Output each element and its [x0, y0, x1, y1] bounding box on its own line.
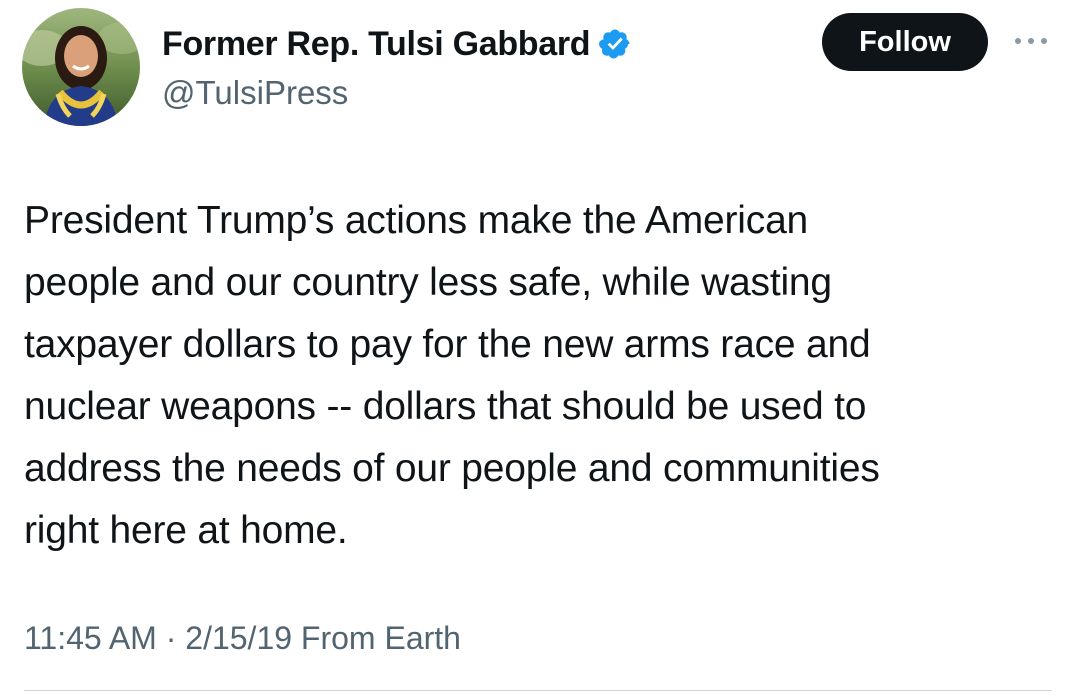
- tweet-text-line: President Trump’s actions make the Ameri…: [24, 199, 809, 242]
- follow-button[interactable]: Follow: [822, 13, 988, 71]
- profile-photo: [22, 8, 140, 126]
- tweet-text: President Trump’s actions make the Ameri…: [24, 190, 1054, 562]
- tweet-text-line: address the needs of our people and comm…: [24, 447, 880, 490]
- author-handle[interactable]: @TulsiPress: [162, 74, 348, 112]
- tweet-text-line: people and our country less safe, while …: [24, 261, 832, 304]
- author-name-row: Former Rep. Tulsi Gabbard: [162, 22, 632, 66]
- tweet-card: Former Rep. Tulsi Gabbard @TulsiPress Fo…: [0, 0, 1072, 697]
- tweet-text-line: nuclear weapons -- dollars that should b…: [24, 385, 867, 428]
- tweet-text-line: taxpayer dollars to pay for the new arms…: [24, 323, 871, 366]
- tweet-text-line: right here at home.: [24, 509, 348, 552]
- author-display-name[interactable]: Former Rep. Tulsi Gabbard: [162, 25, 591, 64]
- more-options-icon[interactable]: [1010, 28, 1052, 54]
- divider: [24, 690, 1052, 691]
- avatar[interactable]: [22, 8, 140, 126]
- verified-badge-icon: [598, 27, 632, 61]
- tweet-timestamp[interactable]: 11:45 AM · 2/15/19 From Earth: [24, 620, 461, 657]
